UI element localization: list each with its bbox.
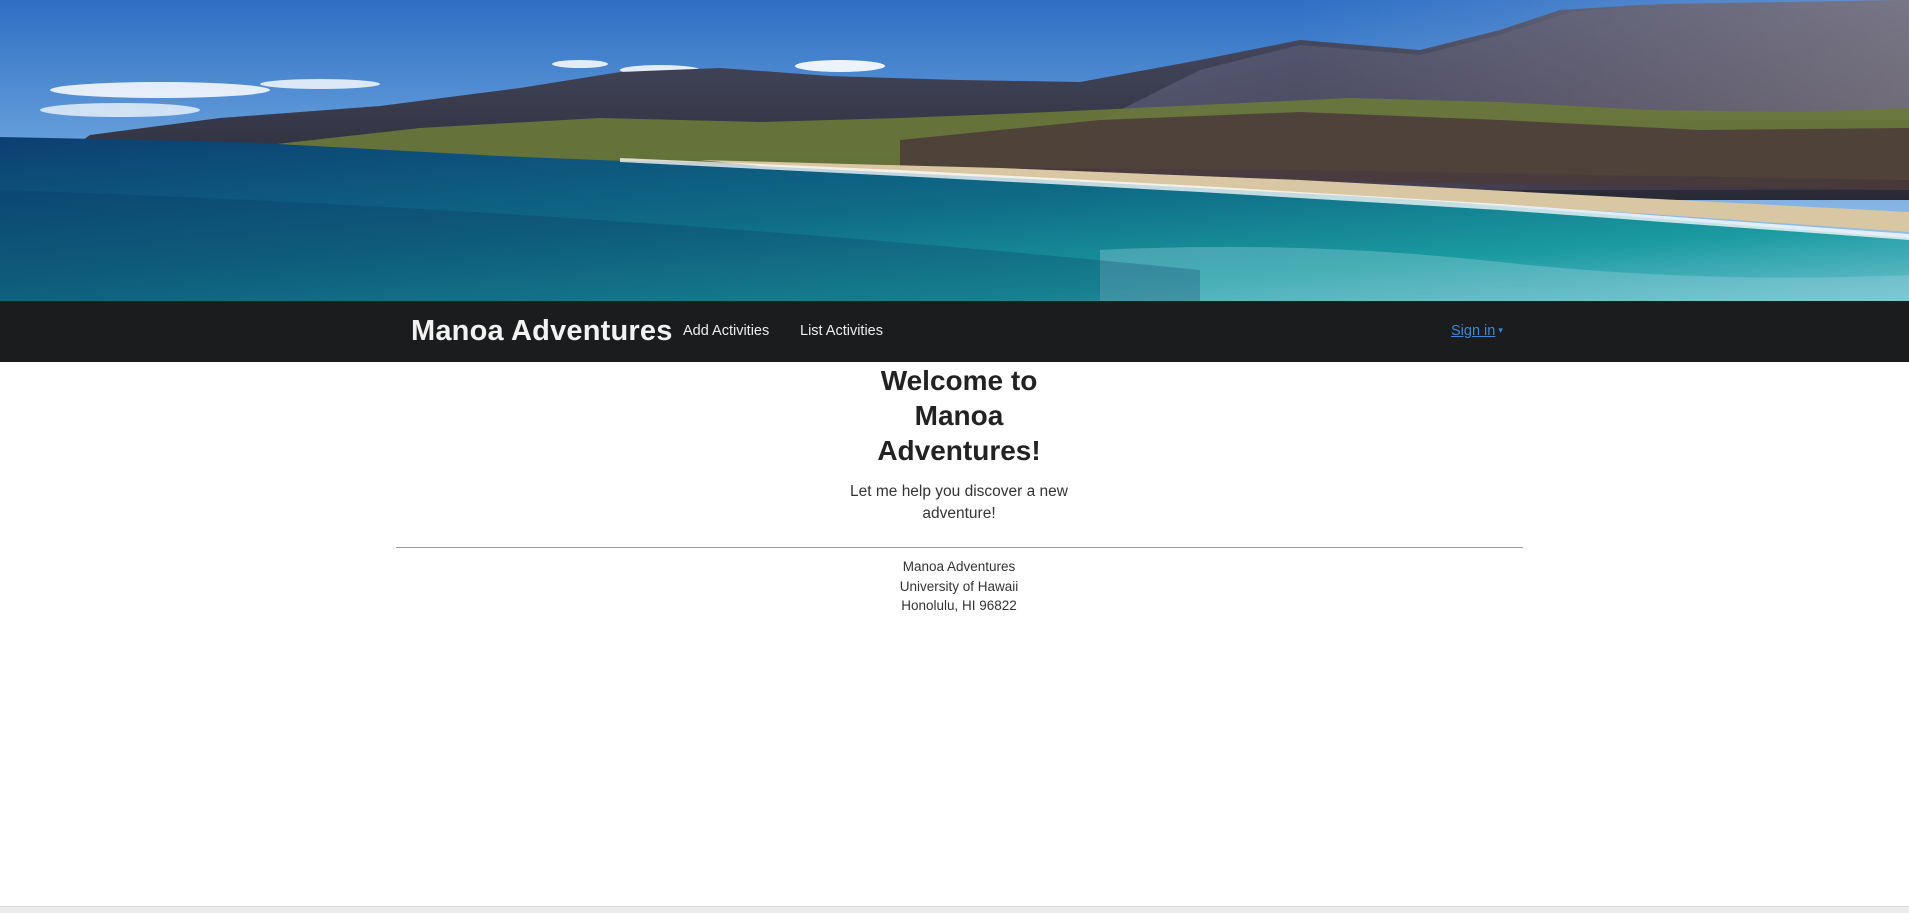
sign-in-label: Sign in xyxy=(1451,323,1496,339)
nav-add-activities[interactable]: Add Activities xyxy=(683,323,769,339)
welcome-tagline: Let me help you discover a new adventure… xyxy=(839,481,1079,525)
window-bottom-edge xyxy=(0,906,1909,913)
tagline-line: Let me help you discover a new xyxy=(850,483,1068,500)
footer-line: Manoa Adventures xyxy=(902,559,1016,574)
heading-line: Manoa xyxy=(914,400,1004,431)
chevron-down-icon: ▾ xyxy=(1498,325,1503,335)
welcome-heading: Welcome to Manoa Adventures! xyxy=(859,363,1059,468)
heading-line: Welcome to xyxy=(880,365,1038,396)
footer: Manoa Adventures University of Hawaii Ho… xyxy=(759,557,1159,616)
top-navbar: Manoa Adventures Add Activities List Act… xyxy=(0,301,1909,362)
footer-divider xyxy=(396,547,1523,548)
page: Manoa Adventures Add Activities List Act… xyxy=(0,0,1909,913)
tagline-line: adventure! xyxy=(922,505,996,522)
footer-line: Honolulu, HI 96822 xyxy=(901,598,1017,613)
heading-line: Adventures! xyxy=(877,435,1041,466)
nav-list-activities[interactable]: List Activities xyxy=(800,323,883,339)
footer-line: University of Hawaii xyxy=(899,578,1019,594)
hero-banner-image xyxy=(0,0,1909,301)
brand-home-link[interactable]: Manoa Adventures xyxy=(411,315,673,348)
sign-in-dropdown[interactable]: Sign in ▾ xyxy=(1451,323,1503,339)
